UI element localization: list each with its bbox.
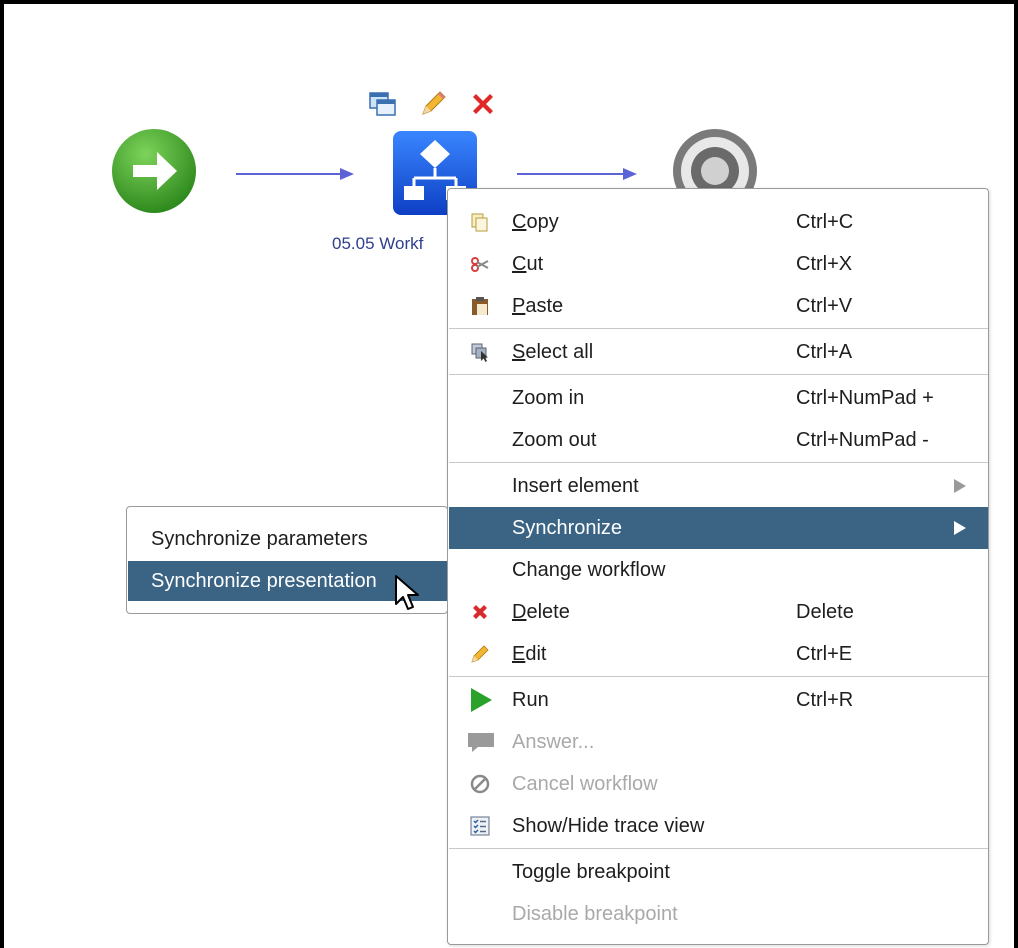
menu-item-answer[interactable]: Answer... — [449, 721, 988, 763]
menu-item-shortcut: Ctrl+R — [796, 689, 854, 711]
submenu-arrow-icon — [954, 521, 966, 535]
submenu-item-synchronize-parameters[interactable]: Synchronize parameters — [128, 519, 447, 559]
menu-item-label: Toggle breakpoint — [512, 861, 670, 883]
menu-item-show-hide-trace-view[interactable]: Show/Hide trace view — [449, 805, 988, 847]
menu-item-shortcut: Delete — [796, 601, 854, 623]
checklist-icon — [470, 816, 490, 836]
delete-x-icon[interactable] — [467, 88, 499, 120]
menu-item-label: Zoom out — [512, 429, 597, 451]
menu-item-shortcut: Ctrl+A — [796, 341, 853, 363]
menu-item-copy[interactable]: Copy Ctrl+C — [449, 201, 988, 243]
menu-item-shortcut: Ctrl+E — [796, 643, 853, 665]
menu-item-zoom-in[interactable]: Zoom in Ctrl+NumPad + — [449, 377, 988, 419]
menu-item-shortcut: Ctrl+X — [796, 253, 853, 275]
run-play-icon — [471, 688, 492, 712]
submenu-item-label: Synchronize presentation — [151, 570, 377, 592]
mouse-pointer-icon — [395, 575, 419, 610]
properties-icon[interactable] — [367, 88, 399, 120]
menu-item-disable-breakpoint[interactable]: Disable breakpoint — [449, 893, 988, 935]
connector-arrow — [236, 168, 354, 180]
menu-item-shortcut: Ctrl+NumPad + — [796, 387, 934, 409]
submenu-arrow-icon — [954, 479, 966, 493]
start-node-icon[interactable] — [111, 128, 197, 214]
menu-item-run[interactable]: Run Ctrl+R — [449, 679, 988, 721]
menu-item-shortcut: Ctrl+NumPad - — [796, 429, 929, 451]
menu-item-label: Insert element — [512, 475, 639, 497]
menu-item-label: Copy — [512, 211, 559, 233]
menu-item-label: Edit — [512, 643, 547, 665]
menu-separator — [449, 462, 988, 463]
menu-item-toggle-breakpoint[interactable]: Toggle breakpoint — [449, 851, 988, 893]
menu-item-zoom-out[interactable]: Zoom out Ctrl+NumPad - — [449, 419, 988, 461]
menu-item-select-all[interactable]: Select all Ctrl+A — [449, 331, 988, 373]
menu-item-cancel-workflow[interactable]: Cancel workflow — [449, 763, 988, 805]
menu-separator — [449, 676, 988, 677]
scissors-icon — [471, 257, 489, 272]
menu-item-label: Cut — [512, 253, 544, 275]
menu-item-label: Answer... — [512, 731, 595, 753]
menu-item-edit[interactable]: Edit Ctrl+E — [449, 633, 988, 675]
speech-bubble-icon — [468, 733, 494, 752]
menu-item-label: Cancel workflow — [512, 773, 658, 795]
menu-item-label: Delete — [512, 601, 570, 623]
workflow-node-label[interactable]: 05.05 Workf — [332, 234, 423, 254]
menu-item-insert-element[interactable]: Insert element — [449, 465, 988, 507]
menu-item-label: Paste — [512, 295, 564, 317]
menu-item-shortcut: Ctrl+V — [796, 295, 853, 317]
submenu-item-label: Synchronize parameters — [151, 528, 368, 550]
menu-item-cut[interactable]: Cut Ctrl+X — [449, 243, 988, 285]
copy-icon — [471, 213, 488, 232]
menu-item-change-workflow[interactable]: Change workflow — [449, 549, 988, 591]
paste-icon — [472, 297, 488, 315]
node-toolbar — [367, 88, 507, 122]
menu-item-paste[interactable]: Paste Ctrl+V — [449, 285, 988, 327]
menu-item-label: Select all — [512, 341, 594, 363]
workflow-canvas[interactable]: 05.05 Workf Copy Ctrl+C Cut Ctrl+X Paste… — [0, 0, 1018, 948]
cancel-circle-icon — [470, 774, 490, 794]
menu-item-delete[interactable]: Delete Delete — [449, 591, 988, 633]
menu-separator — [449, 848, 988, 849]
context-menu: Copy Ctrl+C Cut Ctrl+X Paste Ctrl+V Sele… — [447, 188, 989, 945]
edit-pencil-icon[interactable] — [417, 88, 449, 120]
pencil-icon — [471, 645, 489, 663]
menu-item-label: Disable breakpoint — [512, 903, 678, 925]
menu-item-label: Synchronize — [512, 517, 623, 539]
select-all-icon — [471, 343, 488, 362]
menu-item-synchronize[interactable]: Synchronize — [449, 507, 988, 549]
menu-separator — [449, 328, 988, 329]
menu-item-label: Change workflow — [512, 559, 666, 581]
menu-item-shortcut: Ctrl+C — [796, 211, 854, 233]
connector-arrow — [517, 168, 637, 180]
menu-item-label: Zoom in — [512, 387, 585, 409]
delete-x-icon — [473, 605, 487, 619]
menu-separator — [449, 374, 988, 375]
menu-item-label: Run — [512, 689, 549, 711]
menu-item-label: Show/Hide trace view — [512, 815, 705, 837]
